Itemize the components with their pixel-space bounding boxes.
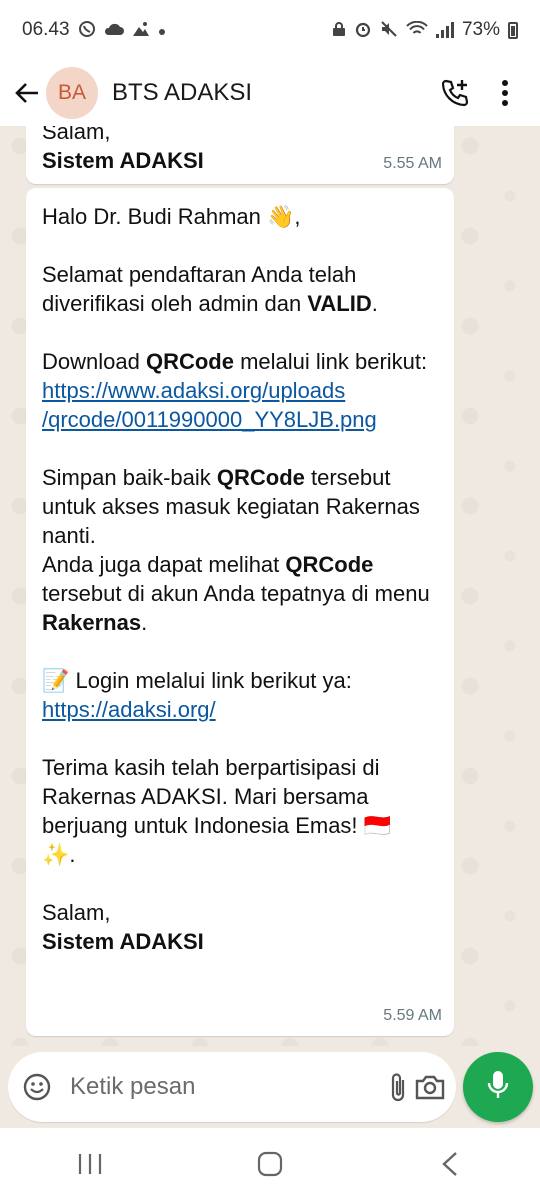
recents-icon[interactable] bbox=[60, 1134, 120, 1194]
paragraph: Download QRCode melalui link berikut: bbox=[42, 349, 428, 374]
mic-button[interactable] bbox=[463, 1052, 533, 1122]
indonesia-flag-icon: 🇮🇩 bbox=[363, 813, 392, 838]
lock-icon bbox=[332, 21, 346, 40]
contact-name[interactable]: BTS ADAKSI bbox=[112, 79, 430, 107]
message-line: Salam, bbox=[42, 126, 111, 144]
message-bubble[interactable]: Salam, Sistem ADAKSI 5.55 AM bbox=[26, 126, 454, 184]
photo-icon bbox=[132, 21, 150, 40]
message-input[interactable] bbox=[68, 1072, 382, 1102]
paragraph: Selamat pendaftaran Anda telah diverifik… bbox=[42, 262, 378, 316]
avatar[interactable]: BA bbox=[46, 67, 98, 119]
sparkles-icon: ✨ bbox=[42, 842, 70, 867]
home-icon[interactable] bbox=[240, 1134, 300, 1194]
battery-icon bbox=[508, 21, 518, 39]
add-call-icon[interactable] bbox=[430, 68, 480, 118]
message-bubble[interactable]: Halo Dr. Budi Rahman 👋, Selamat pendafta… bbox=[26, 188, 454, 1036]
mute-icon bbox=[380, 20, 398, 41]
message-time: 5.59 AM bbox=[383, 1007, 442, 1024]
login-line: 📝 Login melalui link berikut ya: bbox=[42, 668, 352, 693]
message-time: 5.55 AM bbox=[383, 155, 442, 172]
dot-icon bbox=[158, 21, 166, 39]
back-arrow-icon[interactable] bbox=[10, 76, 44, 110]
link-line[interactable]: https://www.adaksi.org/uploads bbox=[42, 378, 345, 403]
status-left: 06.43 bbox=[22, 19, 166, 41]
sender-sign: Sistem ADAKSI bbox=[42, 929, 204, 954]
sender-sign: Sistem ADAKSI bbox=[42, 148, 204, 173]
alarm-icon bbox=[354, 20, 372, 41]
back-icon[interactable] bbox=[420, 1134, 480, 1194]
more-vert-icon[interactable] bbox=[480, 68, 530, 118]
link-line[interactable]: /qrcode/0011990000_YY8LJB.png bbox=[42, 407, 377, 432]
emoji-icon[interactable] bbox=[22, 1070, 52, 1104]
message-composer bbox=[8, 1052, 456, 1122]
mic-icon bbox=[487, 1070, 509, 1105]
memo-icon: 📝 bbox=[42, 668, 70, 693]
message-text: Salam, Sistem ADAKSI bbox=[42, 126, 204, 175]
paragraph: Simpan baik-baik QRCode tersebut untuk a… bbox=[42, 465, 420, 548]
login-link[interactable]: https://adaksi.org/ bbox=[42, 697, 216, 722]
greeting-line: Halo Dr. Budi Rahman 👋, bbox=[42, 204, 301, 229]
status-time: 06.43 bbox=[22, 19, 70, 40]
signal-icon bbox=[435, 22, 454, 38]
paragraph: Terima kasih telah berpartisipasi di Rak… bbox=[42, 755, 392, 867]
system-nav-bar bbox=[0, 1128, 540, 1200]
whatsapp-icon bbox=[78, 20, 96, 41]
battery-percent: 73% bbox=[461, 19, 500, 40]
status-right: 73% bbox=[332, 19, 518, 41]
qrcode-link[interactable]: https://www.adaksi.org/uploads /qrcode/0… bbox=[42, 376, 438, 434]
waving-hand-icon: 👋 bbox=[267, 204, 295, 229]
message-text: Halo Dr. Budi Rahman 👋, Selamat pendafta… bbox=[42, 188, 438, 956]
camera-icon[interactable] bbox=[414, 1065, 446, 1109]
paragraph: Anda juga dapat melihat QRCode tersebut … bbox=[42, 552, 430, 635]
wifi-icon bbox=[406, 20, 428, 40]
status-bar: 06.43 73% bbox=[0, 0, 540, 60]
closing-line: Salam, bbox=[42, 900, 111, 925]
cloud-icon bbox=[104, 21, 124, 39]
chat-area[interactable]: Salam, Sistem ADAKSI 5.55 AM Halo Dr. Bu… bbox=[0, 126, 540, 1046]
chat-header: BA BTS ADAKSI bbox=[0, 60, 540, 126]
attach-icon[interactable] bbox=[388, 1065, 408, 1109]
